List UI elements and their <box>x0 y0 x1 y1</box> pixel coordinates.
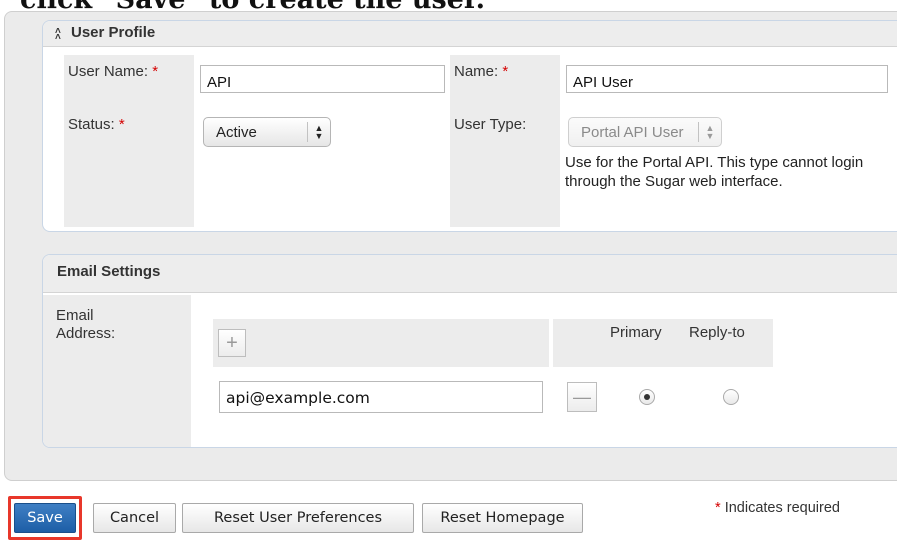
required-mark: * <box>502 63 509 80</box>
name-input[interactable]: API User <box>566 65 888 93</box>
name-label: Name: * <box>454 63 509 80</box>
select-arrows-icon: ▲ ▼ <box>705 123 715 141</box>
user-type-select: Portal API User ▲ ▼ <box>568 117 722 147</box>
required-mark: * <box>118 116 125 133</box>
reply-to-header: Reply-to <box>689 324 745 341</box>
minus-icon: — <box>573 387 591 407</box>
required-note: * Indicates required <box>715 500 840 516</box>
email-settings-header: Email Settings <box>43 255 897 293</box>
user-name-label: User Name: * <box>68 63 159 80</box>
primary-radio[interactable] <box>639 389 655 405</box>
email-address-label: Email Address: <box>56 307 116 342</box>
email-header-cell <box>553 319 605 367</box>
email-settings-title: Email Settings <box>57 263 161 280</box>
radio-selected-dot <box>644 394 650 400</box>
email-header-cell <box>213 319 549 367</box>
email-settings-panel: Email Settings Email Address: + Primary … <box>42 254 897 448</box>
reset-homepage-button[interactable]: Reset Homepage <box>422 503 583 533</box>
required-mark: * <box>715 500 721 516</box>
select-arrows-icon: ▲ ▼ <box>314 123 324 141</box>
add-email-button[interactable]: + <box>218 329 246 357</box>
required-mark: * <box>152 63 159 80</box>
status-select[interactable]: Active ▲ ▼ <box>203 117 331 147</box>
reply-to-radio[interactable] <box>723 389 739 405</box>
reset-user-preferences-button[interactable]: Reset User Preferences <box>182 503 414 533</box>
user-type-label: User Type: <box>454 116 527 133</box>
user-profile-title: User Profile <box>71 24 156 41</box>
email-input[interactable]: api@example.com <box>219 381 543 413</box>
user-type-help-text: Use for the Portal API. This type cannot… <box>565 154 864 190</box>
double-chevron-up-icon[interactable]: ˄ ˄ <box>55 27 61 43</box>
user-name-input[interactable]: API <box>200 65 445 93</box>
user-profile-header[interactable]: ˄ ˄ User Profile <box>43 21 897 47</box>
remove-email-button[interactable]: — <box>567 382 597 412</box>
plus-icon: + <box>226 332 238 354</box>
cancel-button[interactable]: Cancel <box>93 503 176 533</box>
user-profile-panel: ˄ ˄ User Profile User Name: * API Name: *… <box>42 20 897 232</box>
status-label: Status: * <box>68 116 125 133</box>
primary-header: Primary <box>610 324 662 341</box>
save-button[interactable]: Save <box>14 503 76 533</box>
